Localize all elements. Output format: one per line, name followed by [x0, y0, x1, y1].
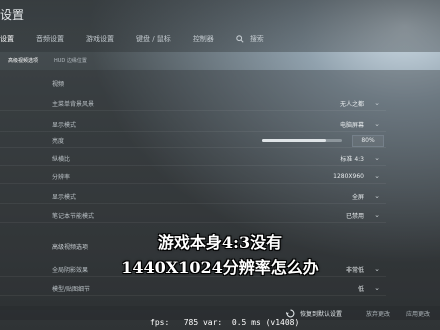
chevron-down-icon: ⌄: [374, 192, 380, 200]
row-aspect-ratio[interactable]: 纵横比 标准 4:3 ⌄: [0, 151, 386, 166]
chevron-down-icon: ⌄: [374, 172, 380, 180]
search-icon: [236, 35, 244, 43]
row-value: 无人之都: [339, 100, 364, 108]
row-label: 笔记本节能模式: [52, 212, 95, 220]
row-window-mode[interactable]: 显示模式 全屏 ⌄: [0, 189, 386, 204]
tab-keyboard-mouse[interactable]: 键盘 / 鼠标: [136, 34, 171, 44]
brightness-slider[interactable]: [262, 139, 342, 142]
row-model-texture-detail[interactable]: 模型/贴图细节 低 ⌄: [0, 281, 386, 296]
restore-defaults-button[interactable]: 恢复到默认设置: [286, 309, 342, 318]
row-value: 全屏: [351, 193, 364, 201]
search-label: 搜索: [249, 35, 264, 43]
restore-icon: [286, 309, 295, 318]
video-section-title: 视频: [52, 81, 65, 88]
tab-game[interactable]: 游戏设置: [86, 34, 114, 44]
row-brightness: 亮度 80%: [0, 133, 386, 148]
apply-changes-button[interactable]: 应用更改: [406, 309, 430, 318]
row-value: 低: [357, 285, 364, 293]
row-resolution[interactable]: 分辨率 1280X960 ⌄: [0, 169, 386, 184]
row-menu-background[interactable]: 主菜单背景风景 无人之都 ⌄: [0, 96, 386, 111]
caption-line-2: 1440X1024分辨率怎么办: [121, 258, 319, 277]
row-label: 主菜单背景风景: [52, 100, 95, 108]
chevron-down-icon: ⌄: [374, 211, 380, 219]
row-value: 1280X960: [333, 172, 364, 180]
chevron-down-icon: ⌄: [374, 284, 380, 292]
subtab-advanced-video[interactable]: 高级视频选项: [0, 57, 46, 64]
row-value: 已禁用: [345, 212, 364, 220]
chevron-down-icon: ⌄: [374, 99, 380, 107]
row-value: 标准 4:3: [340, 155, 364, 163]
discard-changes-button[interactable]: 放弃更改: [366, 309, 390, 318]
restore-defaults-label: 恢复到默认设置: [300, 311, 343, 318]
row-label: 亮度: [52, 137, 65, 145]
caption-line-1: 游戏本身4:3没有: [157, 233, 283, 252]
settings-tabs: 设置 音频设置 游戏设置 键盘 / 鼠标 控制器 搜索: [0, 31, 264, 47]
tab-controller[interactable]: 控制器: [193, 34, 214, 44]
chevron-down-icon: ⌄: [374, 120, 380, 128]
tab-audio[interactable]: 音频设置: [36, 34, 64, 44]
row-label: 分辨率: [52, 173, 71, 181]
fps-overlay: fps: 785 var: 0.5 ms (v1408): [150, 318, 300, 327]
brightness-slider-fill: [262, 139, 326, 142]
window-title: 设置: [0, 8, 25, 22]
row-display-mode[interactable]: 显示模式 电脑屏幕 ⌄: [0, 117, 386, 132]
subtab-hud-edge[interactable]: HUD 边缘位置: [46, 57, 95, 64]
row-label: 纵横比: [52, 155, 71, 163]
subtab-bar: 高级视频选项 HUD 边缘位置: [0, 53, 440, 67]
brightness-value-box[interactable]: 80%: [352, 135, 384, 147]
tab-settings[interactable]: 设置: [0, 34, 14, 44]
row-value: 电脑屏幕: [339, 121, 364, 129]
row-laptop-power-saving[interactable]: 笔记本节能模式 已禁用 ⌄: [0, 208, 386, 223]
row-label: 显示模式: [52, 193, 77, 201]
chevron-down-icon: ⌄: [374, 154, 380, 162]
row-label: 模型/贴图细节: [52, 285, 91, 293]
search-button[interactable]: 搜索: [236, 34, 264, 44]
row-label: 显示模式: [52, 121, 77, 129]
